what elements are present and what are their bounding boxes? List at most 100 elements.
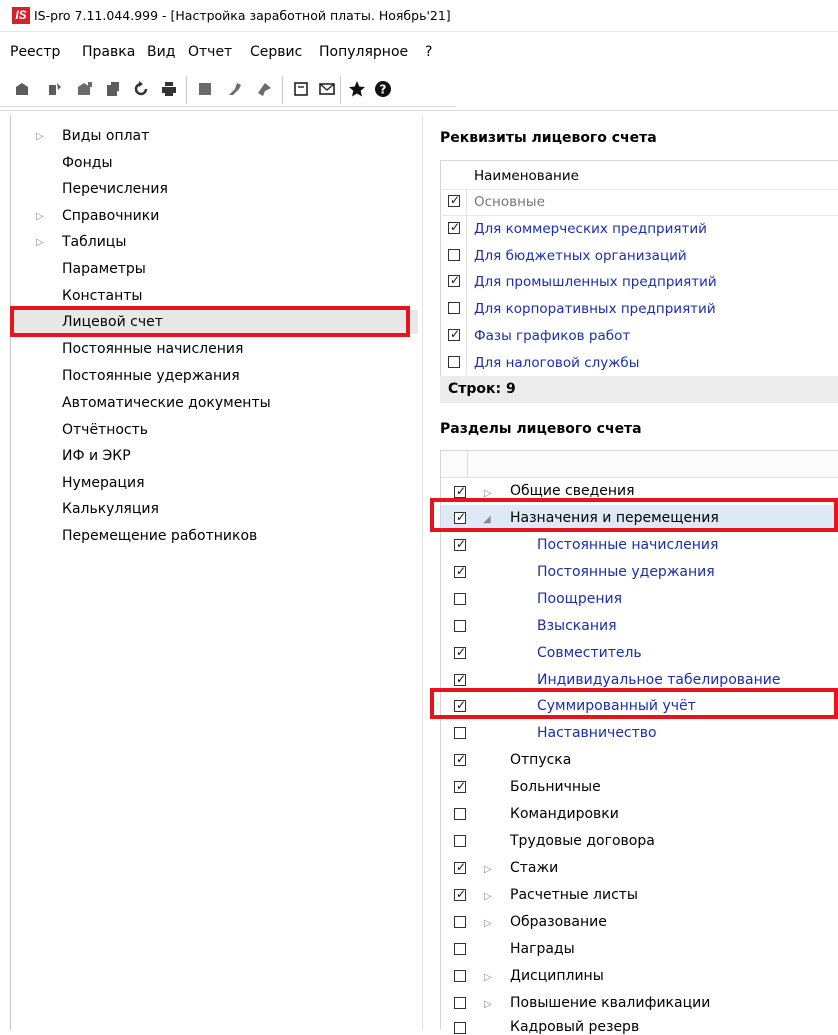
checkbox-checked[interactable]: ✓ <box>454 887 466 901</box>
refresh-icon[interactable] <box>128 74 154 104</box>
menu-registry[interactable]: Реестр <box>10 44 60 60</box>
edit-icon[interactable] <box>42 74 68 104</box>
checkbox-unchecked[interactable] <box>454 835 466 847</box>
section-row-label[interactable]: Постоянные начисления <box>537 537 718 553</box>
stop-icon[interactable] <box>192 74 218 104</box>
checkbox-checked[interactable]: ✓ <box>454 779 466 793</box>
section-row-label[interactable]: Постоянные удержания <box>537 564 715 580</box>
section-row-label[interactable]: Больничные <box>510 779 601 795</box>
checkbox-checked[interactable]: ✓ <box>448 220 460 234</box>
tree-item-tables[interactable]: Таблицы <box>62 234 126 250</box>
section-row-label[interactable]: Повышение квалификации <box>510 995 710 1011</box>
star-icon[interactable] <box>344 74 370 104</box>
expand-arrow-icon[interactable]: ▷ <box>484 891 492 902</box>
document-icon[interactable] <box>288 74 314 104</box>
tree-item-numbering[interactable]: Нумерация <box>62 475 145 491</box>
checkbox-unchecked[interactable] <box>454 620 466 632</box>
menu-help[interactable]: ? <box>425 44 432 60</box>
tree-item-constants[interactable]: Константы <box>62 288 142 304</box>
tree-item-permanent-deductions[interactable]: Постоянные удержания <box>62 368 240 384</box>
section-row-label[interactable]: Трудовые договора <box>510 833 655 849</box>
tree-item-reporting[interactable]: Отчётность <box>62 422 148 438</box>
checkbox-unchecked[interactable] <box>454 916 466 928</box>
requisite-row-label[interactable]: Для коммерческих предприятий <box>474 221 707 237</box>
arrow-icon[interactable] <box>252 74 278 104</box>
menu-service[interactable]: Сервис <box>250 44 302 60</box>
help-icon[interactable]: ? <box>370 74 396 104</box>
section-row-label[interactable]: Общие сведения <box>510 483 635 499</box>
checkbox-unchecked[interactable] <box>454 727 466 739</box>
section-row-label[interactable]: Отпуска <box>510 752 571 768</box>
section-row-label[interactable]: Совместитель <box>537 645 642 661</box>
tree-item-permanent-accruals[interactable]: Постоянные начисления <box>62 341 243 357</box>
checkbox-checked[interactable]: ✓ <box>454 537 466 551</box>
section-row-label[interactable]: Наставничество <box>537 725 657 741</box>
checkbox-unchecked[interactable] <box>454 1022 466 1034</box>
checkbox-checked[interactable]: ✓ <box>454 564 466 578</box>
print-icon[interactable] <box>156 74 182 104</box>
checkbox-checked[interactable]: ✓ <box>448 327 460 341</box>
menu-edit[interactable]: Правка <box>82 44 135 60</box>
panel-splitter[interactable] <box>422 115 423 1030</box>
section-row-label[interactable]: Дисциплины <box>510 968 604 984</box>
checkbox-checked[interactable]: ✓ <box>448 193 460 207</box>
copy-icon[interactable] <box>72 74 98 104</box>
menu-view[interactable]: Вид <box>147 44 175 60</box>
create-icon[interactable] <box>10 74 36 104</box>
tree-item-employee-transfer[interactable]: Перемещение работников <box>62 528 257 544</box>
menu-report[interactable]: Отчет <box>188 44 232 60</box>
checkbox-checked[interactable]: ✓ <box>454 860 466 874</box>
section-row-label[interactable]: Расчетные листы <box>510 887 638 903</box>
tree-item-calculation[interactable]: Калькуляция <box>62 501 159 517</box>
tree-item-directories[interactable]: Справочники <box>62 208 159 224</box>
checkbox-unchecked[interactable] <box>454 943 466 955</box>
requisites-title: Реквизиты лицевого счета <box>440 130 657 146</box>
requisite-row-label[interactable]: Для бюджетных организаций <box>474 248 687 264</box>
requisite-row-label[interactable]: Для налоговой службы <box>474 355 639 371</box>
checkbox-unchecked[interactable] <box>454 593 466 605</box>
checkbox-checked[interactable]: ✓ <box>448 273 460 287</box>
section-row-label[interactable]: Поощрения <box>537 591 622 607</box>
tree-item-payment-types[interactable]: Виды оплат <box>62 128 149 144</box>
column-header-name[interactable]: Наименование <box>474 168 579 184</box>
expand-arrow-icon[interactable]: ▷ <box>484 999 492 1010</box>
tree-item-if-ekr[interactable]: ИФ и ЭКР <box>62 448 131 464</box>
checkbox-checked[interactable]: ✓ <box>454 672 466 686</box>
expand-arrow-icon[interactable]: ▷ <box>36 237 44 248</box>
tree-item-automatic-documents[interactable]: Автоматические документы <box>62 395 271 411</box>
requisite-row-label[interactable]: Основные <box>474 194 545 210</box>
checkbox-unchecked[interactable] <box>448 302 460 314</box>
section-row-label[interactable]: Стажи <box>510 860 558 876</box>
section-row-label[interactable]: Кадровый резерв <box>510 1019 639 1035</box>
mail-icon[interactable] <box>314 74 340 104</box>
menu-popular[interactable]: Популярное <box>319 44 408 60</box>
section-row-label[interactable]: Образование <box>510 914 607 930</box>
delete-icon[interactable] <box>100 74 126 104</box>
expand-arrow-icon[interactable]: ▷ <box>484 972 492 983</box>
checkbox-unchecked[interactable] <box>448 356 460 368</box>
checkbox-unchecked[interactable] <box>448 249 460 261</box>
section-row-label[interactable]: Командировки <box>510 806 619 822</box>
checkbox-checked[interactable]: ✓ <box>454 752 466 766</box>
requisite-row-label[interactable]: Для промышленных предприятий <box>474 274 717 290</box>
requisite-row-label[interactable]: Для корпоративных предприятий <box>474 301 716 317</box>
checkbox-checked[interactable]: ✓ <box>454 645 466 659</box>
section-row-label[interactable]: Индивидуальное табелирование <box>537 672 780 688</box>
checkbox-unchecked[interactable] <box>454 970 466 982</box>
checkbox-checked[interactable]: ✓ <box>454 484 466 498</box>
expand-arrow-icon[interactable]: ▷ <box>484 864 492 875</box>
requisite-row-label[interactable]: Фазы графиков работ <box>474 328 630 344</box>
expand-arrow-icon[interactable]: ▷ <box>36 131 44 142</box>
expand-arrow-icon[interactable]: ▷ <box>36 211 44 222</box>
checkbox-unchecked[interactable] <box>454 808 466 820</box>
tree-item-transfers[interactable]: Перечисления <box>62 181 168 197</box>
section-row-label[interactable]: Взыскания <box>537 618 617 634</box>
tree-item-funds[interactable]: Фонды <box>62 155 113 171</box>
expand-arrow-icon[interactable]: ▷ <box>484 918 492 929</box>
grid-column-separator <box>467 451 468 477</box>
section-row-label[interactable]: Награды <box>510 941 575 957</box>
wrench-icon[interactable] <box>222 74 248 104</box>
tree-item-parameters[interactable]: Параметры <box>62 261 146 277</box>
checkbox-unchecked[interactable] <box>454 997 466 1009</box>
window-title: IS-pro 7.11.044.999 - [Настройка заработ… <box>34 8 451 23</box>
